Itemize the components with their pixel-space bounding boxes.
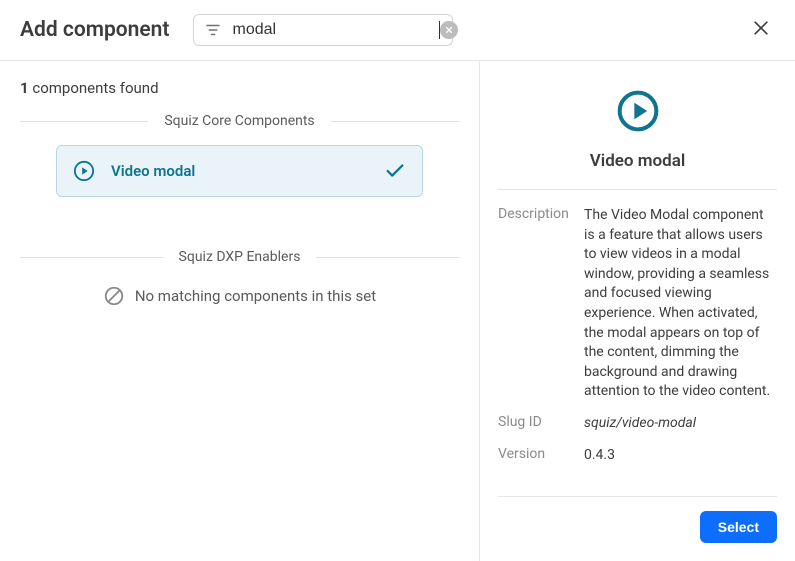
play-icon — [73, 160, 95, 182]
clear-search-button[interactable] — [440, 21, 458, 39]
component-card-label: Video modal — [111, 162, 368, 180]
results-count-number: 1 — [20, 79, 29, 97]
detail-description-label: Description — [498, 206, 572, 222]
detail-version-label: Version — [498, 446, 572, 462]
page-title: Add component — [20, 18, 169, 42]
detail-panel: Video modal Description The Video Modal … — [480, 61, 795, 561]
check-icon — [384, 160, 406, 182]
dialog-header: Add component — [0, 0, 795, 61]
section-dxp-label: Squiz DXP Enablers — [163, 249, 317, 265]
detail-version-value: 0.4.3 — [584, 446, 615, 466]
search-input[interactable] — [232, 21, 440, 39]
filter-icon — [204, 21, 222, 39]
component-list-panel: 1 components found Squiz Core Components… — [0, 61, 480, 561]
detail-slug-row: Slug ID squiz/video-modal — [498, 414, 777, 434]
empty-state-text: No matching components in this set — [135, 287, 376, 305]
section-dxp: Squiz DXP Enablers — [20, 249, 459, 265]
detail-title: Video modal — [590, 151, 686, 171]
close-button[interactable] — [747, 14, 775, 45]
dialog-body: 1 components found Squiz Core Components… — [0, 61, 795, 561]
results-count-suffix: components found — [32, 79, 158, 97]
empty-state-dxp: No matching components in this set — [56, 285, 423, 307]
detail-slug-value: squiz/video-modal — [584, 414, 696, 434]
component-card-video-modal[interactable]: Video modal — [56, 145, 423, 197]
detail-footer: Select — [498, 496, 777, 543]
close-icon — [751, 18, 771, 38]
results-count: 1 components found — [20, 79, 459, 97]
section-core-label: Squiz Core Components — [148, 113, 330, 129]
detail-description-value: The Video Modal component is a feature t… — [584, 206, 777, 402]
select-button[interactable]: Select — [700, 511, 777, 543]
detail-version-row: Version 0.4.3 — [498, 446, 777, 466]
none-icon — [103, 285, 125, 307]
section-core: Squiz Core Components — [20, 113, 459, 129]
detail-description-row: Description The Video Modal component is… — [498, 206, 777, 402]
detail-slug-label: Slug ID — [498, 414, 572, 430]
search-input-wrap[interactable] — [193, 14, 453, 46]
play-icon — [616, 89, 660, 133]
x-icon — [444, 25, 454, 35]
detail-head: Video modal — [498, 89, 777, 190]
